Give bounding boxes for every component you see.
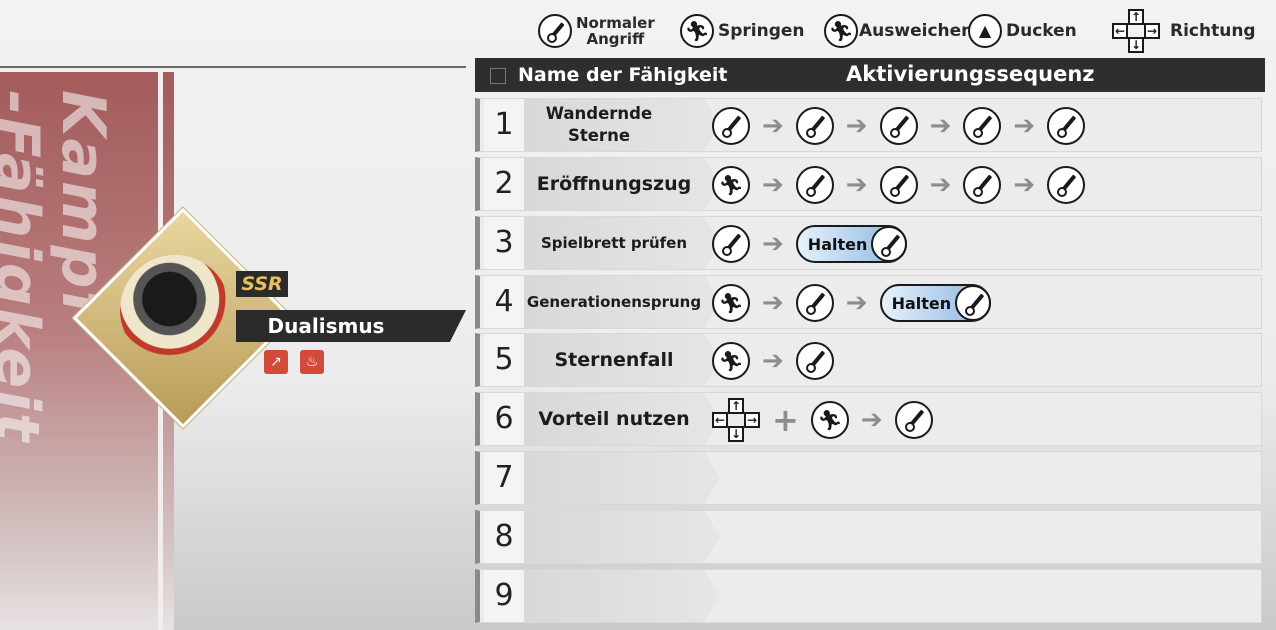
sword-icon <box>795 107 834 145</box>
skill-number: 4 <box>484 276 524 328</box>
legend-dodge: 🏃︎ Ausweichen <box>824 6 973 56</box>
dodge-icon: 🏃︎ <box>712 342 750 380</box>
legend-normal-attack-label: Normaler Angriff <box>576 14 655 48</box>
activation-sequence: 🏃︎ ➔ ➔ Halten <box>712 284 992 322</box>
sword-icon <box>955 285 992 321</box>
legend-duck: ▲ Ducken <box>968 6 1077 56</box>
character-portrait <box>120 255 230 365</box>
skill-row: 7 <box>475 451 1262 505</box>
skill-row: 8 <box>475 510 1262 564</box>
jump-icon: 🏃︎ <box>680 14 714 48</box>
arrow-right-icon: ➔ <box>845 288 868 318</box>
skill-number: 9 <box>484 570 524 622</box>
legend-jump-label: Springen <box>718 20 805 41</box>
sword-icon <box>871 226 908 262</box>
arrow-right-icon: ➔ <box>762 229 784 259</box>
arrow-right-icon: ➔ <box>762 111 784 141</box>
side-title: Kampf -Fähigkeit <box>0 90 118 444</box>
legend-jump: 🏃︎ Springen <box>680 6 805 56</box>
control-legend: Normaler Angriff 🏃︎ Springen 🏃︎ Ausweich… <box>530 6 1270 56</box>
skill-name: Wandernde Sterne <box>545 104 653 145</box>
skill-name: Generationensprung <box>526 293 702 311</box>
divider-line <box>0 66 466 68</box>
fire-element-icon: ♨ <box>300 350 324 374</box>
hold-label: Halten <box>807 234 868 254</box>
sword-icon <box>712 225 750 263</box>
legend-direction: ↑ ← → ↓ Richtung <box>1112 6 1256 56</box>
plus-icon: + <box>772 401 799 439</box>
sword-icon <box>879 107 918 145</box>
skill-row: 1 Wandernde Sterne ➔ ➔ ➔ ➔ <box>475 98 1262 152</box>
arrow-right-icon: ➔ <box>762 288 784 318</box>
jump-icon: 🏃︎ <box>712 284 750 322</box>
grid-icon <box>490 68 506 84</box>
legend-direction-label: Richtung <box>1170 20 1256 41</box>
rarity-badge: SSR <box>236 271 288 297</box>
arrow-right-icon: ➔ <box>860 405 883 435</box>
activation-sequence: 🏃︎ ➔ ➔ ➔ ➔ <box>712 166 1086 204</box>
skill-type-icon: ↗ <box>264 350 288 374</box>
arrow-right-icon: ➔ <box>762 346 784 376</box>
skill-number: 3 <box>484 217 524 269</box>
activation-sequence: 🏃︎ ➔ <box>712 342 834 380</box>
sword-icon <box>795 284 834 322</box>
arrow-right-icon: ➔ <box>929 170 952 200</box>
activation-sequence: ↑ ← → ↓ + 🏃︎ ➔ <box>712 398 933 442</box>
skill-number: 2 <box>484 158 524 210</box>
skill-number: 5 <box>484 334 524 386</box>
sword-icon <box>1047 107 1086 145</box>
skill-name <box>524 570 704 622</box>
sword-icon <box>712 107 750 145</box>
arrow-right-icon: ➔ <box>762 170 784 200</box>
skill-name: Spielbrett prüfen <box>540 234 688 252</box>
skill-name <box>524 511 704 563</box>
activation-sequence: ➔ Halten <box>712 225 908 263</box>
skill-name: Sternenfall <box>554 349 674 371</box>
skill-number: 7 <box>484 452 524 504</box>
sword-icon <box>538 14 572 48</box>
arrow-right-icon: ➔ <box>1013 170 1036 200</box>
hold-label: Halten <box>891 293 952 313</box>
arrow-right-icon: ➔ <box>1013 111 1036 141</box>
header-activation-sequence: Aktivierungssequenz <box>846 62 1095 86</box>
sword-icon <box>795 166 834 204</box>
arrow-right-icon: ➔ <box>845 170 868 200</box>
activation-sequence: ➔ ➔ ➔ ➔ <box>712 107 1086 145</box>
sword-icon <box>795 342 834 380</box>
jump-icon: 🏃︎ <box>712 166 750 204</box>
direction-pad-icon: ↑ ← → ↓ <box>712 398 760 442</box>
skill-row: 6 Vorteil nutzen ↑ ← → ↓ + 🏃︎ ➔ <box>475 392 1262 446</box>
sword-icon <box>1047 166 1086 204</box>
hold-attack-button: Halten <box>795 225 908 263</box>
dodge-icon: 🏃︎ <box>810 401 849 439</box>
skill-row: 2 Eröffnungszug 🏃︎ ➔ ➔ ➔ ➔ <box>475 157 1262 211</box>
sword-icon <box>894 401 933 439</box>
skill-name <box>524 452 704 504</box>
arrow-right-icon: ➔ <box>845 111 868 141</box>
skill-row: 4 Generationensprung 🏃︎ ➔ ➔ Halten <box>475 275 1262 329</box>
sword-icon <box>963 107 1002 145</box>
skill-number: 6 <box>484 393 524 445</box>
skill-row: 5 Sternenfall 🏃︎ ➔ <box>475 333 1262 387</box>
duck-icon: ▲ <box>968 14 1002 48</box>
character-name: Dualismus <box>267 314 385 338</box>
hold-attack-button: Halten <box>879 284 992 322</box>
legend-duck-label: Ducken <box>1006 20 1077 41</box>
arrow-right-icon: ➔ <box>929 111 952 141</box>
legend-dodge-label: Ausweichen <box>859 20 974 41</box>
skill-number: 8 <box>484 511 524 563</box>
skill-number: 1 <box>484 99 524 151</box>
header-skill-name: Name der Fähigkeit <box>518 64 728 86</box>
sword-icon <box>879 166 918 204</box>
dodge-icon: 🏃︎ <box>824 14 858 48</box>
skill-name: Vorteil nutzen <box>538 408 690 430</box>
skill-name: Eröffnungszug <box>536 173 692 195</box>
sword-icon <box>963 166 1002 204</box>
skill-row: 9 <box>475 569 1262 623</box>
legend-normal-attack: Normaler Angriff <box>538 6 655 56</box>
direction-pad-icon: ↑ ← → ↓ <box>1112 9 1160 53</box>
skill-row: 3 Spielbrett prüfen ➔ Halten <box>475 216 1262 270</box>
